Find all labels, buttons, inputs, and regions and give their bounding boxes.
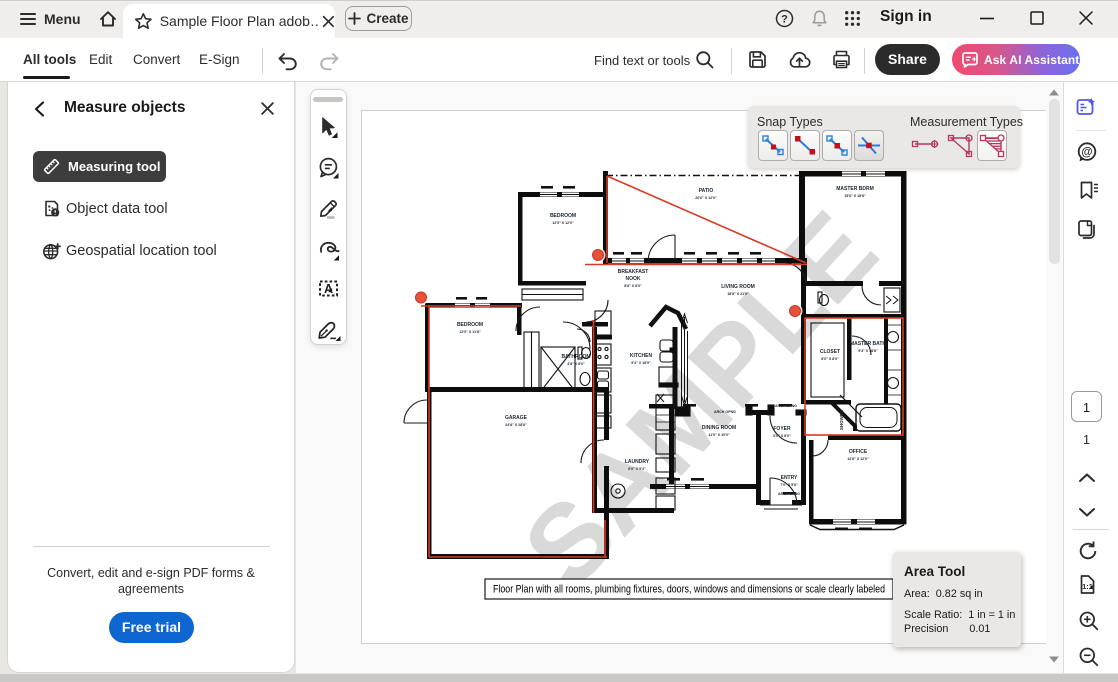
svg-text:1:1: 1:1 (1082, 582, 1093, 591)
svg-text:6'0" X 9'4": 6'0" X 9'4" (628, 467, 646, 471)
svg-text:ARCH OPNG: ARCH OPNG (778, 492, 800, 496)
svg-text:BREAKFAST: BREAKFAST (618, 269, 649, 275)
svg-text:18'8" X 21'0": 18'8" X 21'0" (727, 292, 749, 296)
svg-text:OFFICE: OFFICE (849, 449, 868, 455)
svg-text:7'0" X 5'8": 7'0" X 5'8" (780, 483, 798, 487)
svg-text:SAMPLE: SAMPLE (500, 189, 900, 610)
svg-text:BEDROOM: BEDROOM (550, 213, 576, 219)
svg-text:LAUNDRY: LAUNDRY (625, 459, 650, 465)
svg-text:11'0" X 10'0": 11'0" X 10'0" (708, 433, 730, 437)
svg-text:MASTER BATH: MASTER BATH (850, 341, 886, 347)
svg-text:LIVING ROOM: LIVING ROOM (721, 284, 755, 290)
svg-text:24'8" X 28'8": 24'8" X 28'8" (505, 423, 527, 427)
svg-text:12'0" X 11'8": 12'0" X 11'8" (459, 330, 481, 334)
svg-text:DINING ROOM: DINING ROOM (702, 425, 736, 431)
svg-text:FOYER: FOYER (773, 426, 791, 432)
svg-text:Floor Plan with all rooms, plu: Floor Plan with all rooms, plumbing fixt… (493, 584, 885, 596)
svg-text:20'6" X 12'0": 20'6" X 12'0" (695, 196, 717, 200)
svg-text:KITCHEN: KITCHEN (630, 353, 653, 359)
svg-text:15'6" X 18'8": 15'6" X 18'8" (844, 194, 866, 198)
svg-text:6'0" X 8'0": 6'0" X 8'0" (773, 434, 791, 438)
svg-text:MASTER BDRM: MASTER BDRM (836, 186, 874, 192)
svg-text:CLOSET: CLOSET (820, 349, 840, 355)
svg-text:8'8" X 8'0": 8'8" X 8'0" (624, 284, 642, 288)
svg-text:BATHROOM: BATHROOM (561, 354, 590, 360)
svg-text:12'8" X 12'0": 12'8" X 12'0" (847, 457, 869, 461)
svg-text:SHOWER: SHOWER (839, 409, 844, 430)
svg-text:BEDROOM: BEDROOM (457, 322, 483, 328)
svg-text:@: @ (1081, 146, 1092, 158)
svg-text:9'3" X 18'8": 9'3" X 18'8" (858, 349, 878, 353)
svg-text:NOOK: NOOK (626, 276, 641, 282)
svg-text:ARCH OPNG: ARCH OPNG (714, 410, 736, 414)
svg-text:PATIO: PATIO (699, 188, 714, 194)
svg-text:?: ? (781, 13, 788, 25)
svg-text:ARCH OPNG: ARCH OPNG (775, 404, 797, 408)
svg-text:4'8" X 8'0": 4'8" X 8'0" (567, 362, 585, 366)
svg-text:9'4" X 18'9": 9'4" X 18'9" (631, 361, 651, 365)
svg-text:ENTRY: ENTRY (781, 475, 798, 481)
svg-text:8'0" X 8'0": 8'0" X 8'0" (821, 357, 839, 361)
svg-text:12'0" X 12'0": 12'0" X 12'0" (552, 221, 574, 225)
svg-text:GARAGE: GARAGE (505, 415, 528, 421)
